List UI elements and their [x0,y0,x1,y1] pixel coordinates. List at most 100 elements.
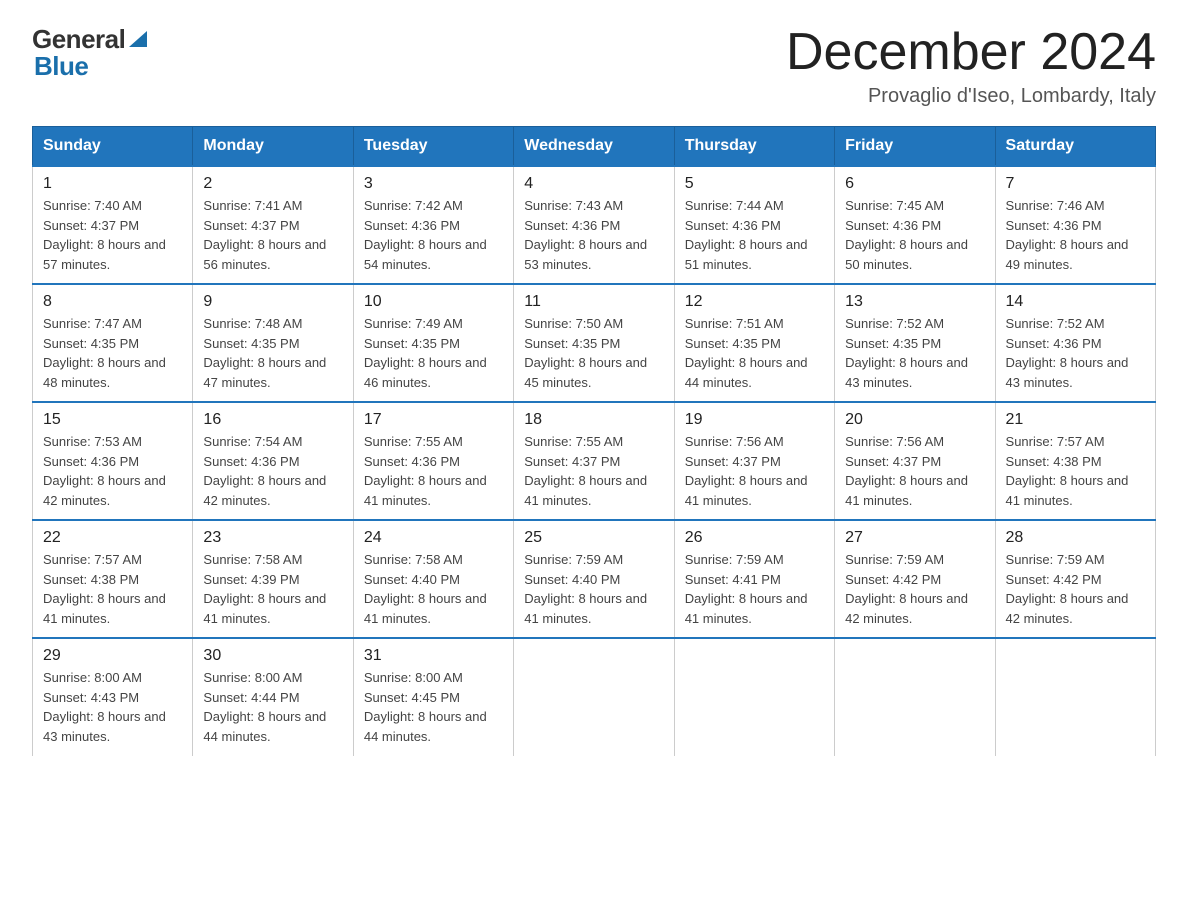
day-number: 28 [1006,529,1145,547]
day-info: Sunrise: 7:40 AMSunset: 4:37 PMDaylight:… [43,198,166,272]
day-info: Sunrise: 7:58 AMSunset: 4:40 PMDaylight:… [364,552,487,626]
table-row: 7 Sunrise: 7:46 AMSunset: 4:36 PMDaylight… [995,166,1155,284]
day-info: Sunrise: 7:48 AMSunset: 4:35 PMDaylight:… [203,316,326,390]
title-section: December 2024 Provaglio d'Iseo, Lombardy… [786,24,1156,108]
day-number: 5 [685,175,824,193]
table-row: 29 Sunrise: 8:00 AMSunset: 4:43 PMDayligh… [33,638,193,756]
header-row: Sunday Monday Tuesday Wednesday Thursday… [33,127,1156,167]
table-row: 28 Sunrise: 7:59 AMSunset: 4:42 PMDayligh… [995,520,1155,638]
day-info: Sunrise: 7:57 AMSunset: 4:38 PMDaylight:… [43,552,166,626]
day-number: 13 [845,293,984,311]
day-number: 4 [524,175,663,193]
day-info: Sunrise: 8:00 AMSunset: 4:44 PMDaylight:… [203,670,326,744]
table-row: 27Sunrise: 7:59 AMSunset: 4:42 PMDayligh… [835,520,995,638]
day-number: 15 [43,411,182,429]
table-row: 20Sunrise: 7:56 AMSunset: 4:37 PMDayligh… [835,402,995,520]
day-info: Sunrise: 7:59 AMSunset: 4:40 PMDaylight:… [524,552,647,626]
table-row: 18 Sunrise: 7:55 AMSunset: 4:37 PMDayligh… [514,402,674,520]
day-info: Sunrise: 8:00 AMSunset: 4:43 PMDaylight:… [43,670,166,744]
day-info: Sunrise: 7:54 AMSunset: 4:36 PMDaylight:… [203,434,326,508]
day-info: Sunrise: 8:00 AMSunset: 4:45 PMDaylight:… [364,670,487,744]
header-wednesday: Wednesday [514,127,674,167]
day-number: 1 [43,175,182,193]
header-saturday: Saturday [995,127,1155,167]
header-monday: Monday [193,127,353,167]
day-info: Sunrise: 7:43 AMSunset: 4:36 PMDaylight:… [524,198,647,272]
header-sunday: Sunday [33,127,193,167]
header-tuesday: Tuesday [353,127,513,167]
table-row [514,638,674,756]
day-info: Sunrise: 7:52 AMSunset: 4:36 PMDaylight:… [1006,316,1129,390]
table-row: 5 Sunrise: 7:44 AMSunset: 4:36 PMDaylight… [674,166,834,284]
day-info: Sunrise: 7:55 AMSunset: 4:36 PMDaylight:… [364,434,487,508]
day-info: Sunrise: 7:46 AMSunset: 4:36 PMDaylight:… [1006,198,1129,272]
day-number: 26 [685,529,824,547]
day-info: Sunrise: 7:42 AMSunset: 4:36 PMDaylight:… [364,198,487,272]
table-row: 2 Sunrise: 7:41 AMSunset: 4:37 PMDaylight… [193,166,353,284]
day-info: Sunrise: 7:41 AMSunset: 4:37 PMDaylight:… [203,198,326,272]
day-info: Sunrise: 7:59 AMSunset: 4:42 PMDaylight:… [1006,552,1129,626]
day-info: Sunrise: 7:47 AMSunset: 4:35 PMDaylight:… [43,316,166,390]
day-info: Sunrise: 7:53 AMSunset: 4:36 PMDaylight:… [43,434,166,508]
table-row: 15 Sunrise: 7:53 AMSunset: 4:36 PMDayligh… [33,402,193,520]
day-info: Sunrise: 7:49 AMSunset: 4:35 PMDaylight:… [364,316,487,390]
day-info: Sunrise: 7:51 AMSunset: 4:35 PMDaylight:… [685,316,808,390]
day-info: Sunrise: 7:45 AMSunset: 4:36 PMDaylight:… [845,198,968,272]
day-info: Sunrise: 7:52 AMSunset: 4:35 PMDaylight:… [845,316,968,390]
table-row: 4 Sunrise: 7:43 AMSunset: 4:36 PMDaylight… [514,166,674,284]
table-row: 3Sunrise: 7:42 AMSunset: 4:36 PMDaylight… [353,166,513,284]
day-info: Sunrise: 7:55 AMSunset: 4:37 PMDaylight:… [524,434,647,508]
day-number: 12 [685,293,824,311]
day-number: 2 [203,175,342,193]
day-number: 14 [1006,293,1145,311]
logo-blue-text: Blue [32,51,88,82]
table-row: 25Sunrise: 7:59 AMSunset: 4:40 PMDayligh… [514,520,674,638]
table-row: 13 Sunrise: 7:52 AMSunset: 4:35 PMDayligh… [835,284,995,402]
logo: General Blue [32,24,147,82]
table-row: 1 Sunrise: 7:40 AMSunset: 4:37 PMDaylight… [33,166,193,284]
logo-triangle-icon [129,27,147,47]
table-row: 17 Sunrise: 7:55 AMSunset: 4:36 PMDayligh… [353,402,513,520]
day-number: 23 [203,529,342,547]
calendar-table: Sunday Monday Tuesday Wednesday Thursday… [32,126,1156,756]
day-number: 16 [203,411,342,429]
week-row-2: 8Sunrise: 7:47 AMSunset: 4:35 PMDaylight… [33,284,1156,402]
table-row: 14 Sunrise: 7:52 AMSunset: 4:36 PMDayligh… [995,284,1155,402]
day-number: 30 [203,647,342,665]
day-number: 19 [685,411,824,429]
week-row-1: 1 Sunrise: 7:40 AMSunset: 4:37 PMDaylight… [33,166,1156,284]
table-row: 11Sunrise: 7:50 AMSunset: 4:35 PMDayligh… [514,284,674,402]
day-info: Sunrise: 7:50 AMSunset: 4:35 PMDaylight:… [524,316,647,390]
table-row: 22 Sunrise: 7:57 AMSunset: 4:38 PMDayligh… [33,520,193,638]
month-title: December 2024 [786,24,1156,81]
day-number: 18 [524,411,663,429]
day-number: 22 [43,529,182,547]
day-info: Sunrise: 7:56 AMSunset: 4:37 PMDaylight:… [685,434,808,508]
table-row [835,638,995,756]
day-number: 17 [364,411,503,429]
week-row-3: 15 Sunrise: 7:53 AMSunset: 4:36 PMDayligh… [33,402,1156,520]
table-row: 24 Sunrise: 7:58 AMSunset: 4:40 PMDayligh… [353,520,513,638]
day-number: 7 [1006,175,1145,193]
day-number: 24 [364,529,503,547]
table-row: 26 Sunrise: 7:59 AMSunset: 4:41 PMDayligh… [674,520,834,638]
table-row: 9 Sunrise: 7:48 AMSunset: 4:35 PMDaylight… [193,284,353,402]
day-number: 10 [364,293,503,311]
day-number: 31 [364,647,503,665]
day-number: 21 [1006,411,1145,429]
day-info: Sunrise: 7:57 AMSunset: 4:38 PMDaylight:… [1006,434,1129,508]
day-number: 29 [43,647,182,665]
page-header: General Blue December 2024 Provaglio d'I… [32,24,1156,108]
table-row: 8Sunrise: 7:47 AMSunset: 4:35 PMDaylight… [33,284,193,402]
day-info: Sunrise: 7:44 AMSunset: 4:36 PMDaylight:… [685,198,808,272]
table-row: 23Sunrise: 7:58 AMSunset: 4:39 PMDayligh… [193,520,353,638]
day-number: 9 [203,293,342,311]
day-info: Sunrise: 7:56 AMSunset: 4:37 PMDaylight:… [845,434,968,508]
day-info: Sunrise: 7:59 AMSunset: 4:41 PMDaylight:… [685,552,808,626]
header-friday: Friday [835,127,995,167]
table-row: 10 Sunrise: 7:49 AMSunset: 4:35 PMDayligh… [353,284,513,402]
week-row-4: 22 Sunrise: 7:57 AMSunset: 4:38 PMDayligh… [33,520,1156,638]
day-info: Sunrise: 7:59 AMSunset: 4:42 PMDaylight:… [845,552,968,626]
table-row [995,638,1155,756]
table-row [674,638,834,756]
